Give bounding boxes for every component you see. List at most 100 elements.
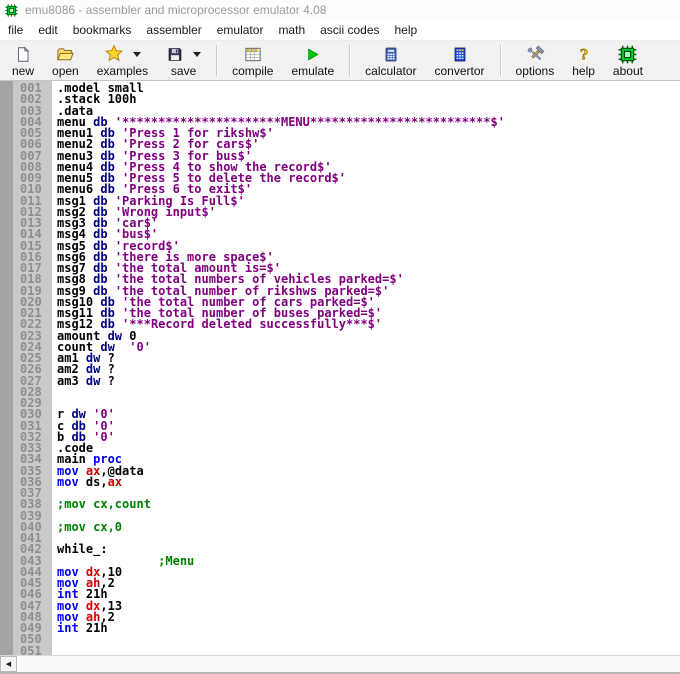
new-label: new [12, 63, 35, 78]
code-token-str: '***Record deleted successfully***$' [122, 317, 383, 332]
code-line[interactable]: mov ds,ax [57, 474, 680, 489]
examples-button[interactable]: examples [88, 41, 157, 80]
help-label: help [572, 63, 595, 78]
code-line[interactable]: ;Menu [57, 555, 680, 567]
convertor-button[interactable]: convertor [426, 41, 494, 80]
convertor-icon [451, 45, 469, 64]
calculator-button[interactable]: calculator [356, 41, 425, 80]
examples-label: examples [96, 63, 149, 78]
new-button[interactable]: new [3, 41, 43, 80]
code-token-com: ;mov cx,count [57, 497, 151, 512]
code-line[interactable] [57, 533, 680, 544]
save-floppy-icon [166, 45, 184, 64]
convertor-label: convertor [434, 63, 485, 78]
code-line[interactable] [57, 634, 680, 645]
save-button[interactable]: save [157, 41, 210, 80]
code-line[interactable]: int 21h [57, 621, 680, 635]
menu-item-edit[interactable]: edit [38, 23, 57, 37]
code-token-decl: dw [85, 373, 101, 388]
line-number-gutter: 001 002 003 004 005 006 007 008 009 010 011 012 013 0… [13, 81, 52, 655]
code-token-plain: 21h [78, 621, 108, 635]
new-document-icon [14, 45, 32, 64]
code-line[interactable]: .model small [57, 82, 680, 94]
code-line[interactable]: count dw '0' [57, 339, 680, 354]
svg-text:?: ? [580, 47, 588, 63]
code-line[interactable]: ;mov cx,count [57, 497, 680, 512]
code-line[interactable]: int 21h [57, 588, 680, 600]
save-label: save [170, 63, 197, 78]
menu-item-file[interactable]: file [8, 23, 23, 37]
options-tools-icon [525, 45, 545, 64]
code-line[interactable]: mov dx,10 [57, 566, 680, 578]
help-question-icon: ? [576, 45, 592, 64]
menu-bar: file edit bookmarks assembler emulator math as… [0, 20, 680, 41]
horizontal-scrollbar[interactable]: ◀ [0, 655, 680, 674]
code-line[interactable]: mov ah,2 [57, 611, 680, 623]
options-label: options [515, 63, 555, 78]
code-line[interactable]: am2 dw ? [57, 363, 680, 375]
code-token-com: ;mov cx,0 [57, 519, 123, 534]
code-line[interactable] [57, 511, 680, 522]
code-area[interactable]: .model small .stack 100h .data menu db '***… [52, 81, 680, 655]
emulate-button[interactable]: emulate [282, 41, 343, 80]
about-button[interactable]: about [604, 41, 652, 80]
window-title: emu8086 - assembler and microprocessor e… [25, 3, 327, 17]
code-line[interactable]: c db '0' [57, 420, 680, 432]
compile-label: compile [232, 63, 274, 78]
emulate-label: emulate [291, 63, 335, 78]
code-line[interactable]: mov ax,@data [57, 465, 680, 477]
open-folder-icon [55, 45, 75, 64]
code-token-str: '0' [129, 339, 151, 354]
compile-icon [243, 45, 263, 64]
menu-item-math[interactable]: math [278, 23, 305, 37]
help-button[interactable]: ? help [563, 41, 604, 80]
code-line[interactable]: am1 dw ? [57, 352, 680, 364]
code-token-plain: ds, [78, 474, 108, 489]
scrollbar-track[interactable] [17, 656, 680, 672]
toolbar-separator [499, 45, 501, 76]
emulate-play-icon [303, 45, 322, 64]
code-line[interactable]: b db '0' [57, 429, 680, 444]
scroll-left-button[interactable]: ◀ [0, 656, 17, 672]
save-dropdown-arrow[interactable] [193, 51, 202, 57]
code-token-str: '0' [93, 429, 115, 444]
about-chip-icon [618, 45, 637, 64]
options-button[interactable]: options [507, 41, 564, 80]
line-number: 051 [20, 643, 42, 655]
code-token-plain: ? [100, 373, 115, 388]
toolbar: new open examples save compile emulate calcula… [0, 41, 680, 81]
code-line[interactable]: msg12 db '***Record deleted successfully… [57, 317, 680, 332]
code-token-reg: ax [107, 474, 123, 489]
code-line[interactable] [57, 387, 680, 398]
examples-star-icon [104, 44, 124, 64]
code-line[interactable]: mov ah,2 [57, 577, 680, 589]
code-line[interactable]: am3 dw ? [57, 373, 680, 388]
calculator-icon [382, 45, 400, 64]
menu-item-emulator[interactable]: emulator [217, 23, 264, 37]
code-line[interactable]: mov dx,13 [57, 600, 680, 612]
gutter-strip [0, 81, 13, 655]
app-chip-icon [5, 3, 18, 17]
code-line[interactable] [57, 398, 680, 409]
code-line[interactable]: main proc [57, 453, 680, 465]
title-bar: emu8086 - assembler and microprocessor e… [0, 0, 680, 20]
code-line[interactable] [57, 646, 680, 656]
code-line[interactable]: ;mov cx,0 [57, 519, 680, 534]
code-line[interactable]: .code [57, 442, 680, 454]
menu-item-bookmarks[interactable]: bookmarks [73, 23, 132, 37]
toolbar-separator [349, 45, 351, 76]
code-line[interactable]: .stack 100h [57, 93, 680, 105]
toolbar-separator [216, 45, 218, 76]
code-editor[interactable]: 001 002 003 004 005 006 007 008 009 010 011 012 013 0… [0, 81, 680, 655]
menu-item-help[interactable]: help [395, 23, 418, 37]
calculator-label: calculator [365, 63, 417, 78]
code-line[interactable]: r dw '0' [57, 408, 680, 420]
menu-item-ascii-codes[interactable]: ascii codes [320, 23, 379, 37]
menu-item-assembler[interactable]: assembler [146, 23, 201, 37]
about-label: about [612, 63, 643, 78]
open-label: open [52, 63, 79, 78]
examples-dropdown-arrow[interactable] [132, 51, 141, 57]
open-button[interactable]: open [43, 41, 88, 80]
compile-button[interactable]: compile [223, 41, 282, 80]
